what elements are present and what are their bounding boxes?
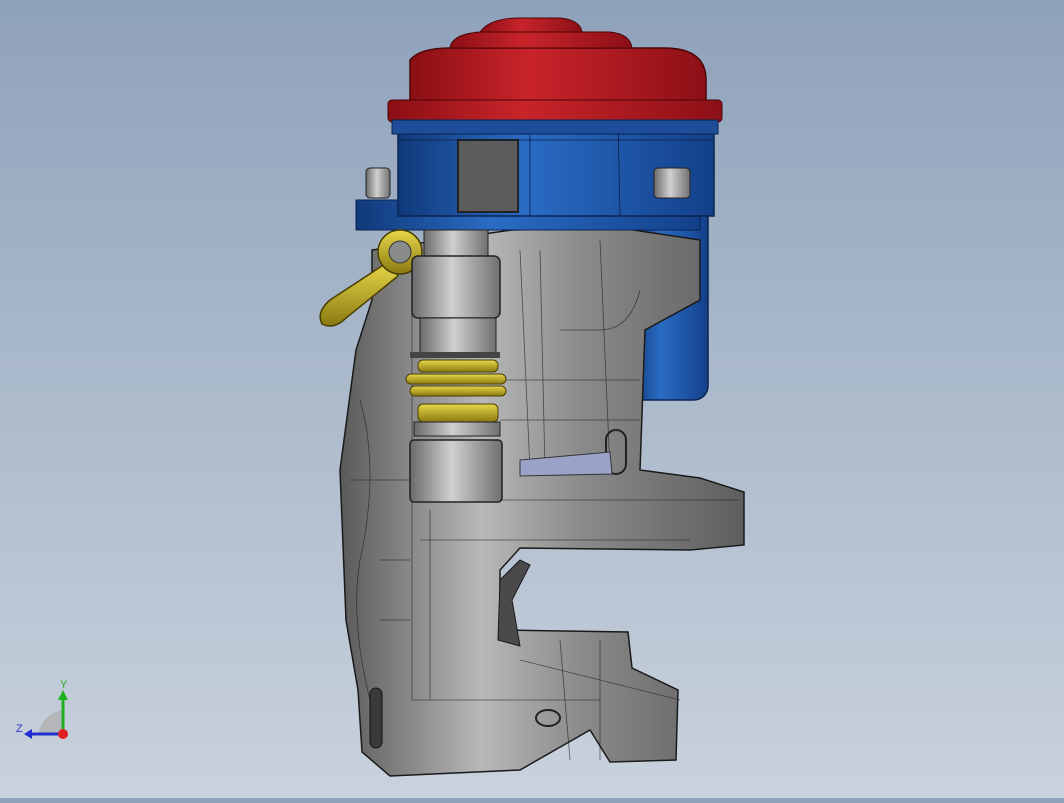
z-axis-label: Z [16,723,23,735]
y-axis-arrowhead [58,690,68,700]
adjuster-bolt-stack[interactable] [405,229,507,503]
coordinate-triad: Y Z [10,676,80,746]
cad-graphics-viewport[interactable] [0,0,1064,798]
blue-actuator-housing[interactable] [355,119,715,231]
triad-plane-indicator [38,710,62,734]
z-axis-arrowhead [24,729,32,739]
y-axis-label: Y [60,679,68,691]
cad-model-view[interactable] [0,0,1064,798]
red-dust-cap[interactable] [387,17,723,135]
x-axis-dot [58,729,68,739]
